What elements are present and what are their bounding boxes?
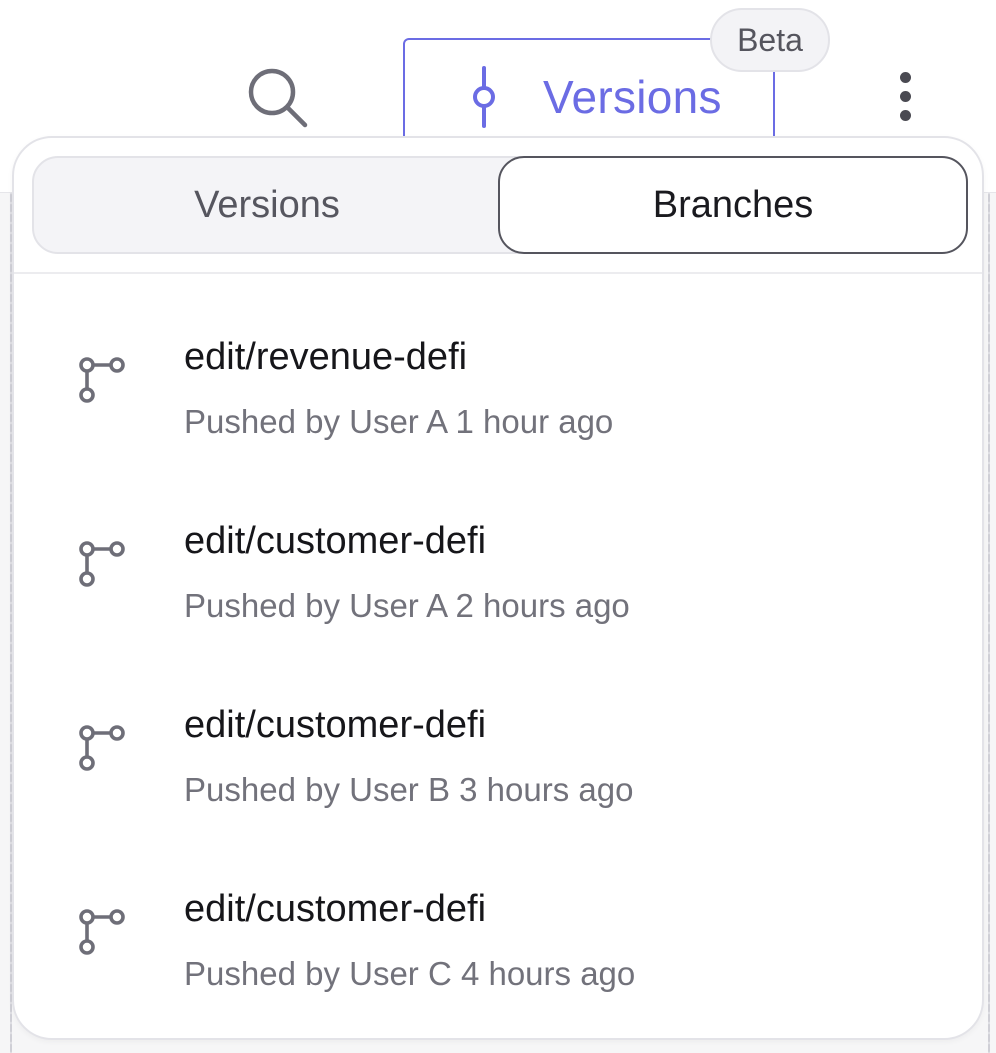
branch-name: edit/customer-defi (184, 520, 487, 562)
more-options-button[interactable] (880, 64, 930, 128)
branch-list-item[interactable]: edit/customer-defi Pushed by User C 4 ho… (14, 826, 982, 1010)
branch-name: edit/customer-defi (184, 888, 487, 930)
branch-icon (79, 541, 125, 587)
branch-icon (79, 725, 125, 771)
versions-toggle-label: Versions (543, 71, 722, 123)
versions-popover: Versions Branches edit/revenue-defi Push… (12, 136, 984, 1040)
branch-list-item[interactable]: edit/customer-defi Pushed by User B 3 ho… (14, 642, 982, 826)
branch-list-item[interactable]: edit/revenue-defi Pushed by User A 1 hou… (14, 274, 982, 458)
search-button[interactable] (240, 62, 314, 132)
tab-branches[interactable]: Branches (498, 156, 968, 254)
more-vertical-icon (899, 71, 911, 83)
branch-meta: Pushed by User A 1 hour ago (184, 403, 614, 440)
commit-icon (473, 66, 495, 128)
branch-meta: Pushed by User A 2 hours ago (184, 587, 630, 624)
branch-meta: Pushed by User B 3 hours ago (184, 771, 634, 808)
beta-badge: Beta (710, 8, 830, 72)
tab-versions[interactable]: Versions (34, 158, 500, 252)
branch-name: edit/revenue-defi (184, 336, 468, 378)
branch-list-item[interactable]: edit/customer-defi Pushed by User A 2 ho… (14, 458, 982, 642)
branch-list: edit/revenue-defi Pushed by User A 1 hou… (14, 274, 982, 1010)
branch-meta: Pushed by User C 4 hours ago (184, 955, 636, 992)
branch-icon (79, 909, 125, 955)
search-icon (248, 68, 308, 128)
branch-icon (79, 357, 125, 403)
branch-name: edit/customer-defi (184, 704, 487, 746)
view-segmented-control: Versions Branches (32, 156, 968, 254)
